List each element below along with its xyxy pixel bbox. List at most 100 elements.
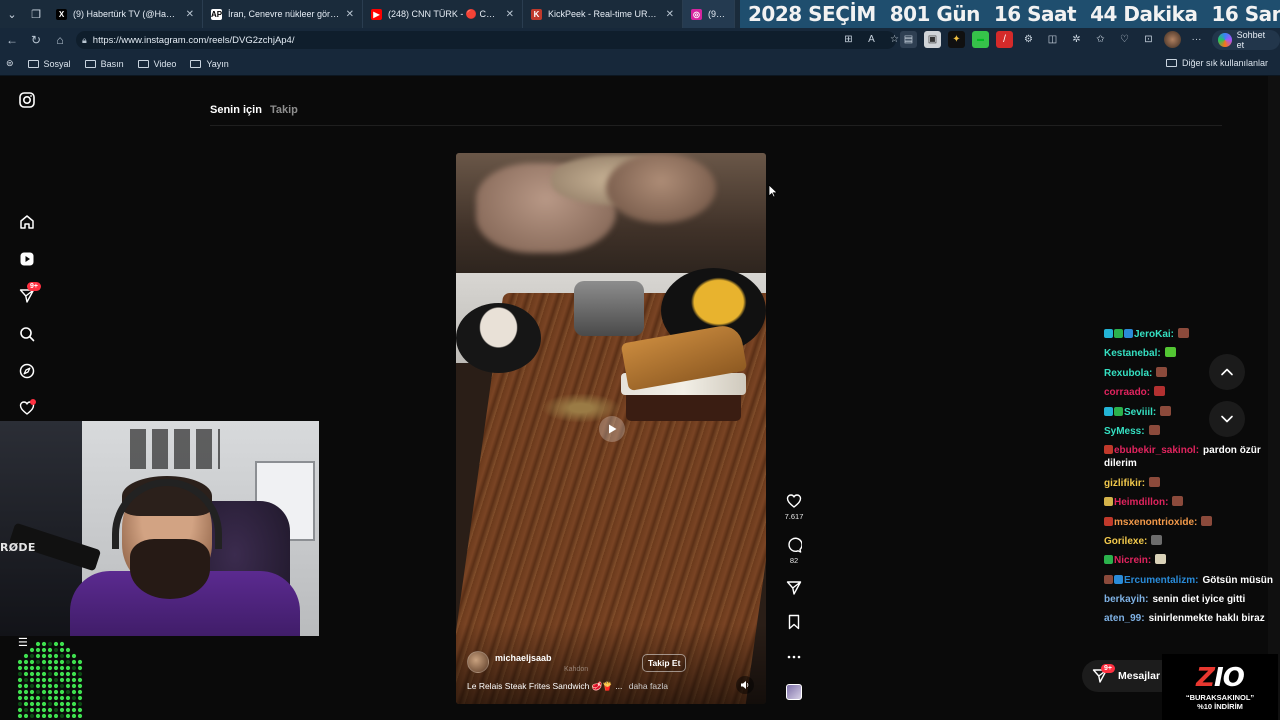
- browser-tab[interactable]: ◎ (9) Instag: [683, 0, 735, 28]
- share-icon[interactable]: [786, 580, 802, 596]
- direct-messages-icon[interactable]: 9+: [17, 282, 41, 306]
- tab-actions-icon[interactable]: ⌄: [0, 0, 24, 28]
- matrix-dot: [77, 713, 83, 718]
- copilot-chat-label: Sohbet et: [1236, 30, 1266, 50]
- matrix-dot: [29, 671, 35, 677]
- browser-tab[interactable]: ▶ (248) CNN TÜRK - 🔴 Canlı Yayın ✕: [363, 0, 523, 28]
- extension-icon[interactable]: ▣: [924, 31, 941, 48]
- matrix-dot: [65, 659, 71, 665]
- browser-tab[interactable]: X (9) Habertürk TV (@HaberturkTV) ✕: [48, 0, 203, 28]
- chat-message: berkayih: senin diet iyice gitti: [1104, 593, 1274, 606]
- workspaces-icon[interactable]: ❐: [24, 0, 48, 28]
- notifications-heart-icon[interactable]: [17, 398, 37, 418]
- matrix-dot: [47, 641, 53, 647]
- chat-message: Ercumentalizm: Götsün müsün: [1104, 574, 1274, 587]
- profile-avatar[interactable]: [1164, 31, 1181, 48]
- tab-close-icon[interactable]: ✕: [186, 9, 194, 20]
- more-options-icon[interactable]: [780, 649, 808, 665]
- chat-emote-icon: [1164, 347, 1176, 358]
- bookmark-folder-sosyal[interactable]: Sosyal: [27, 59, 71, 69]
- matrix-dot: [59, 677, 65, 683]
- read-aloud-icon[interactable]: A: [863, 31, 880, 48]
- tab-close-icon[interactable]: ✕: [666, 9, 674, 20]
- performance-icon[interactable]: ♡: [1116, 31, 1133, 48]
- bookmarks-menu-icon[interactable]: ⊜: [6, 58, 14, 69]
- matrix-dot: [17, 683, 23, 689]
- extension-icon[interactable]: /: [996, 31, 1013, 48]
- author-avatar[interactable]: [467, 651, 489, 673]
- follow-button[interactable]: Takip Et: [642, 654, 687, 672]
- chat-message: Kestanebal:: [1104, 347, 1274, 360]
- tab-close-icon[interactable]: ✕: [346, 9, 354, 20]
- mute-icon[interactable]: [736, 676, 754, 694]
- countdown-seconds: 16 Saniye: [1211, 2, 1280, 26]
- extension-icon[interactable]: ⚙: [1020, 31, 1037, 48]
- refresh-icon[interactable]: ↻: [24, 28, 48, 52]
- folder-icon: [137, 59, 149, 68]
- chat-message: Rexubola:: [1104, 366, 1274, 380]
- share-action[interactable]: [780, 580, 808, 596]
- countdown-hours: 16 Saat: [993, 2, 1077, 26]
- screenshot-icon[interactable]: ⊡: [1140, 31, 1157, 48]
- bookmark-folder-yayin[interactable]: Yayın: [190, 59, 229, 69]
- reel-author[interactable]: michaeljsaab: [467, 651, 552, 673]
- extension-icon[interactable]: ▤: [900, 31, 917, 48]
- reel-video[interactable]: michaeljsaab Kahdon Takip Et Le Relais S…: [456, 153, 766, 704]
- matrix-dot: [47, 647, 53, 653]
- chat-message: corraado:: [1104, 386, 1274, 399]
- chat-text: senin diet iyice gitti: [1152, 594, 1246, 606]
- matrix-dot: [17, 695, 23, 701]
- matrix-dot: [41, 641, 47, 647]
- split-screen-icon[interactable]: ◫: [1044, 31, 1061, 48]
- browser-tab[interactable]: K KickPeek - Real-time URL Crawler ✕: [523, 0, 683, 28]
- matrix-dot: [65, 671, 71, 677]
- matrix-dot: [35, 671, 41, 677]
- app-available-icon[interactable]: ⊞: [840, 31, 857, 48]
- reel-audio[interactable]: Kahdon: [564, 666, 588, 673]
- comment-action[interactable]: 82: [780, 537, 808, 565]
- tab-close-icon[interactable]: ✕: [506, 9, 514, 20]
- author-username[interactable]: michaeljsaab: [495, 653, 552, 663]
- like-action[interactable]: 7.617: [780, 493, 808, 521]
- bookmark-folder-video[interactable]: Video: [137, 59, 176, 69]
- chat-username: Seviiil:: [1124, 406, 1157, 418]
- extension-icon[interactable]: ✦: [948, 31, 965, 48]
- caption-more-link[interactable]: daha fazla: [629, 681, 668, 691]
- chat-username: gizlifikir:: [1104, 477, 1146, 489]
- chat-emote-icon: [1148, 424, 1160, 435]
- reels-icon[interactable]: [17, 249, 37, 269]
- home-icon[interactable]: [17, 212, 37, 232]
- extension-icon[interactable]: ▬: [972, 31, 989, 48]
- like-heart-icon[interactable]: [786, 493, 802, 509]
- matrix-dot: [23, 701, 29, 707]
- back-icon[interactable]: ←: [0, 28, 24, 52]
- address-bar[interactable]: 🔒︎ https://www.instagram.com/reels/DVG2z…: [76, 31, 896, 49]
- other-bookmarks-folder[interactable]: Diğer sık kullanılanlar: [1165, 58, 1268, 68]
- chat-username: Heimdillon:: [1114, 497, 1169, 509]
- chat-emote-icon: [1151, 534, 1163, 545]
- save-action[interactable]: [780, 614, 808, 630]
- search-icon[interactable]: [17, 324, 37, 344]
- tab-for-you[interactable]: Senin için: [210, 104, 262, 116]
- matrix-dot: [29, 689, 35, 695]
- more-menu-icon[interactable]: ···: [1188, 31, 1205, 48]
- audio-thumbnail[interactable]: [786, 684, 802, 700]
- extensions-puzzle-icon[interactable]: ✲: [1068, 31, 1085, 48]
- favorites-icon[interactable]: ✩: [1092, 31, 1109, 48]
- explore-icon[interactable]: [17, 361, 37, 381]
- play-icon[interactable]: [599, 416, 625, 442]
- bookmark-folder-basin[interactable]: Basın: [84, 59, 124, 69]
- copilot-chat-button[interactable]: Sohbet et: [1212, 30, 1280, 50]
- bookmark-icon[interactable]: [786, 614, 802, 630]
- browser-tab[interactable]: AP İran, Cenevre nükleer görüşmeleri ✕: [203, 0, 363, 28]
- tab-following[interactable]: Takip: [270, 104, 298, 116]
- comment-icon[interactable]: [786, 537, 802, 553]
- instagram-logo-icon[interactable]: [17, 90, 37, 110]
- matrix-dot: [17, 671, 23, 677]
- video-sauce-pot: [574, 281, 644, 336]
- matrix-dot: [77, 695, 83, 701]
- chat-emote-icon: [1178, 328, 1190, 338]
- matrix-dot: [23, 671, 29, 677]
- matrix-dot: [17, 713, 23, 718]
- home-icon[interactable]: ⌂: [48, 28, 72, 52]
